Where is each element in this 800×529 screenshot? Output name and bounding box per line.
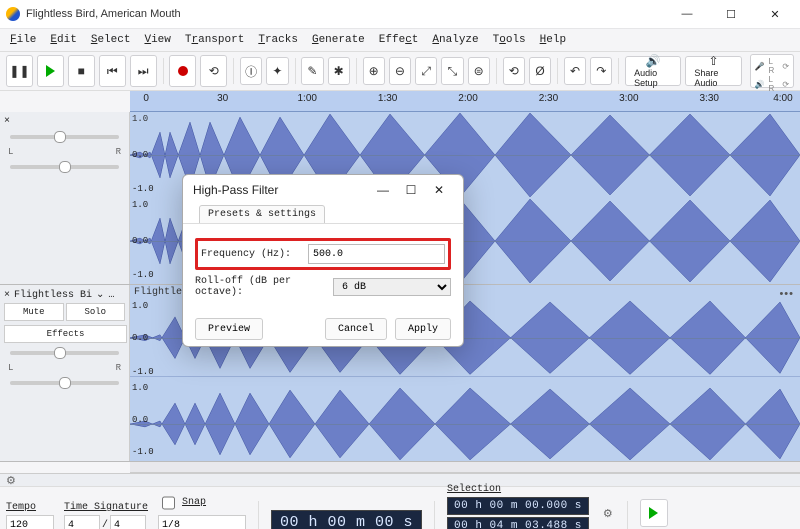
dialog-title: High-Pass Filter <box>193 183 278 197</box>
dialog-minimize-button[interactable]: — <box>369 178 397 202</box>
menu-tracks[interactable]: Tracks <box>252 32 304 48</box>
window-title: Flightless Bird, American Mouth <box>26 8 668 20</box>
menu-help[interactable]: Help <box>534 32 572 48</box>
solo-button[interactable]: Solo <box>66 303 126 321</box>
track-2-panel[interactable]: ×Flightless Bi⌄… MuteSolo Effects LR <box>0 285 130 461</box>
frequency-label: Frequency (Hz): <box>201 249 300 260</box>
menu-bar: File Edit Select View Transport Tracks G… <box>0 29 800 51</box>
stop-button[interactable]: ■ <box>68 55 95 87</box>
timesig-group: Time Signature / <box>64 502 148 529</box>
menu-select[interactable]: Select <box>85 32 137 48</box>
share-icon: ⇧ <box>708 54 718 68</box>
track-name: Flightless Bi <box>14 290 92 301</box>
pause-button[interactable]: ❚❚ <box>6 55 33 87</box>
bottom-toolbar: Tempo Time Signature / Snap 00 h 00 m 00… <box>0 486 800 529</box>
gear-icon[interactable]: ⚙ <box>6 474 18 486</box>
audio-setup-button[interactable]: 🔊Audio Setup <box>625 56 681 86</box>
tool-selection[interactable]: Ⓘ <box>240 57 262 85</box>
menu-generate[interactable]: Generate <box>306 32 371 48</box>
time-ruler[interactable]: 0 30 1:00 1:30 2:00 2:30 3:00 3:30 4:00 <box>130 91 800 112</box>
level-meters[interactable]: 🎤LR⟳ 🔊LR⟳ <box>750 54 794 88</box>
dialog-maximize-button[interactable]: ☐ <box>397 178 425 202</box>
gain-slider[interactable] <box>10 135 119 139</box>
rolloff-select[interactable]: 6 dB <box>333 278 451 296</box>
zoom-out-button[interactable]: ⊖ <box>389 57 411 85</box>
play-icon <box>46 65 55 77</box>
tool-envelope[interactable]: ✦ <box>266 57 288 85</box>
app-logo-icon <box>6 7 20 21</box>
tsig-num-input[interactable] <box>64 515 100 529</box>
collapse-icon[interactable]: … <box>108 290 114 301</box>
speaker-icon: 🔊 <box>646 54 661 68</box>
zoom-toggle-button[interactable]: ⊜ <box>468 57 490 85</box>
settings-bar: ⚙ <box>0 473 800 486</box>
close-track-icon[interactable]: × <box>4 290 10 301</box>
tool-multi[interactable]: ✱ <box>328 57 350 85</box>
selection-gear-icon[interactable]: ⚙ <box>603 507 615 519</box>
tool-draw[interactable]: ✎ <box>301 57 323 85</box>
frequency-row-highlight: Frequency (Hz): <box>195 238 451 270</box>
tempo-group: Tempo <box>6 502 54 529</box>
close-button[interactable]: ✕ <box>756 3 794 25</box>
apply-button[interactable]: Apply <box>395 318 451 340</box>
skip-end-button[interactable]: ⏭ <box>130 55 157 87</box>
tsig-den-input[interactable] <box>110 515 146 529</box>
maximize-button[interactable]: ☐ <box>712 3 750 25</box>
pan-slider[interactable] <box>10 165 119 169</box>
menu-effect[interactable]: Effect <box>373 32 425 48</box>
play-icon <box>649 507 658 519</box>
minimize-button[interactable]: — <box>668 3 706 25</box>
menu-tools[interactable]: Tools <box>487 32 532 48</box>
rolloff-label: Roll-off (dB per octave): <box>195 276 325 298</box>
skip-start-button[interactable]: ⏮ <box>99 55 126 87</box>
pan-slider-2[interactable] <box>10 381 119 385</box>
redo-button[interactable]: ↷ <box>590 57 612 85</box>
cancel-button[interactable]: Cancel <box>325 318 387 340</box>
record-icon <box>178 66 188 76</box>
play-button[interactable] <box>37 55 64 87</box>
dialog-close-button[interactable]: ✕ <box>425 178 453 202</box>
tempo-input[interactable] <box>6 515 54 529</box>
selection-start[interactable]: 00 h 00 m 00.000 s <box>447 497 589 515</box>
selection-end[interactable]: 00 h 04 m 03.488 s <box>447 517 589 529</box>
silence-button[interactable]: Ø <box>529 57 551 85</box>
fit-project-button[interactable]: ⤡ <box>441 57 463 85</box>
gain-slider-2[interactable] <box>10 351 119 355</box>
fit-selection-button[interactable]: ⤢ <box>415 57 437 85</box>
zoom-in-button[interactable]: ⊕ <box>363 57 385 85</box>
menu-transport[interactable]: Transport <box>179 32 250 48</box>
menu-edit[interactable]: Edit <box>44 32 82 48</box>
play-at-speed-button[interactable] <box>640 499 668 527</box>
trim-button[interactable]: ⟲ <box>503 57 525 85</box>
snap-group: Snap <box>158 491 246 529</box>
loop-button[interactable]: ⟲ <box>200 55 227 87</box>
track-1-panel[interactable]: × LR <box>0 112 130 284</box>
menu-analyze[interactable]: Analyze <box>426 32 484 48</box>
mic-icon: 🎤 <box>755 62 765 71</box>
window-titlebar: Flightless Bird, American Mouth — ☐ ✕ <box>0 0 800 29</box>
chevron-down-icon[interactable]: ⌄ <box>96 289 104 301</box>
mute-button[interactable]: Mute <box>4 303 64 321</box>
close-track-icon[interactable]: × <box>4 116 10 127</box>
menu-file[interactable]: File <box>4 32 42 48</box>
main-toolbar: ❚❚ ■ ⏮ ⏭ ⟲ Ⓘ ✦ ✎ ✱ ⊕ ⊖ ⤢ ⤡ ⊜ ⟲ Ø ↶ ↷ 🔊Au… <box>0 51 800 91</box>
frequency-input[interactable] <box>308 244 445 264</box>
preview-button[interactable]: Preview <box>195 318 263 340</box>
menu-view[interactable]: View <box>138 32 176 48</box>
main-time-display[interactable]: 00 h 00 m 00 s <box>271 510 422 529</box>
record-button[interactable] <box>169 55 196 87</box>
snap-value-input[interactable] <box>158 515 246 529</box>
speaker-meter-icon: 🔊 <box>755 80 765 89</box>
undo-button[interactable]: ↶ <box>564 57 586 85</box>
snap-checkbox[interactable] <box>162 494 175 512</box>
presets-tab[interactable]: Presets & settings <box>199 205 325 223</box>
high-pass-filter-dialog: High-Pass Filter — ☐ ✕ Presets & setting… <box>182 174 464 347</box>
effects-button[interactable]: Effects <box>4 325 127 343</box>
horizontal-scrollbar[interactable] <box>130 462 800 473</box>
share-audio-button[interactable]: ⇧Share Audio <box>685 56 741 86</box>
